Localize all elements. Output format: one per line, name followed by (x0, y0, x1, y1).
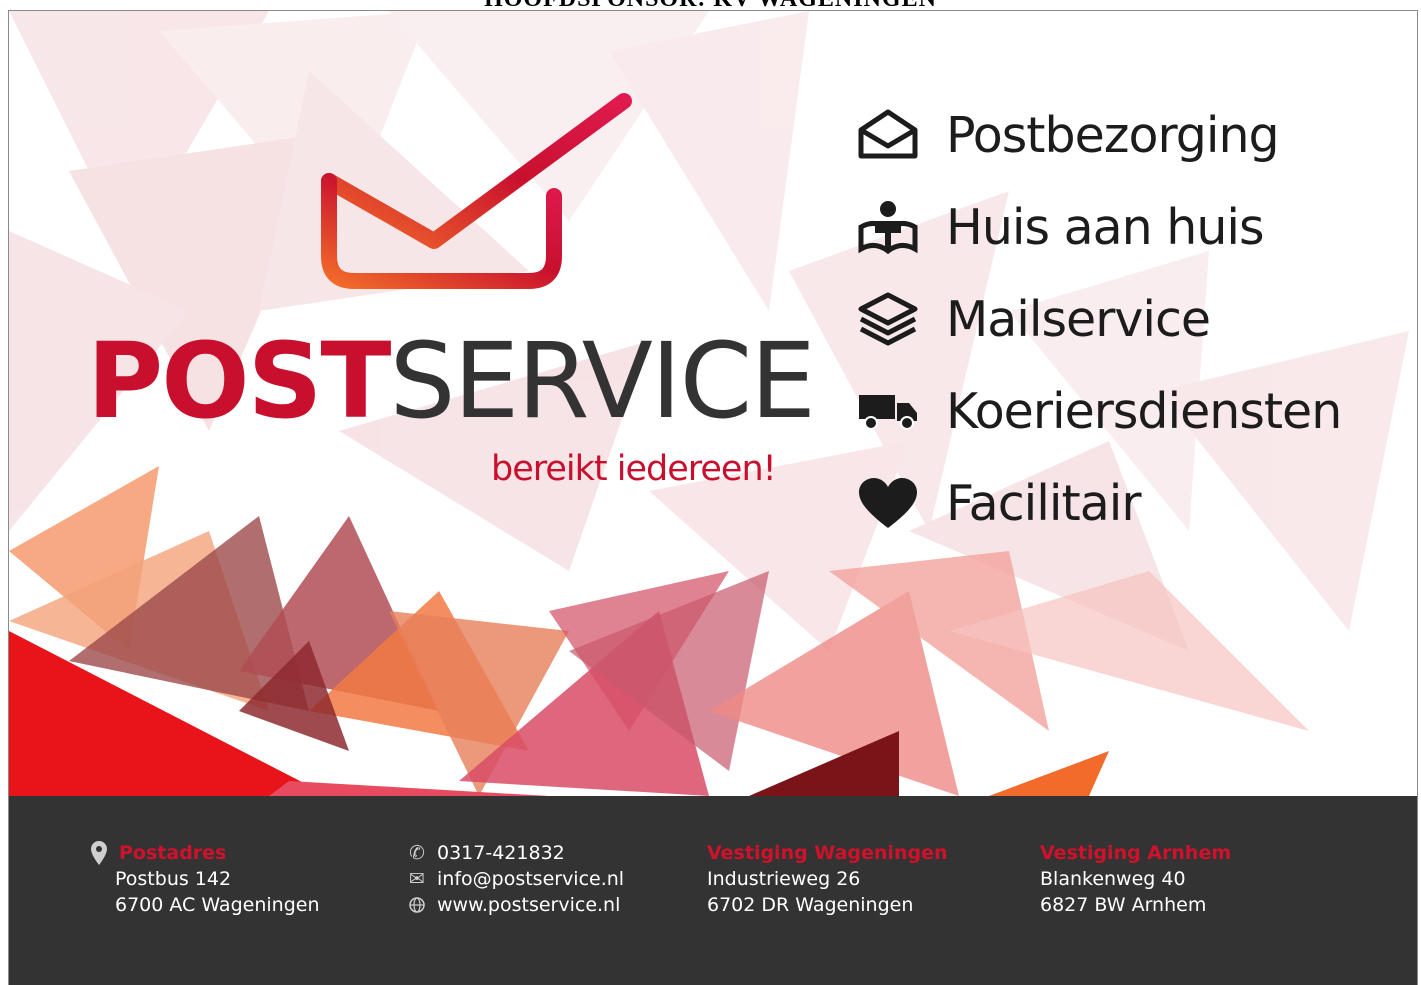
postal-line2: 6700 AC Wageningen (115, 894, 320, 916)
location-pin-icon (87, 841, 111, 865)
branch-arnhem: Vestiging Arnhem Blankenweg 40 6827 BW A… (1040, 840, 1231, 918)
email-icon: ✉ (409, 868, 425, 890)
email-address: info@postservice.nl (437, 868, 625, 890)
postal-heading: Postadres (119, 842, 227, 864)
services-list: Postbezorging Huis aan huis Mailservice … (857, 89, 1417, 549)
arnhem-line2: 6827 BW Arnhem (1040, 894, 1207, 916)
door-to-door-icon (857, 197, 921, 257)
branch-wageningen: Vestiging Wageningen Industrieweg 26 670… (707, 840, 947, 918)
service-item-mailservice: Mailservice (857, 273, 1417, 365)
arnhem-line1: Blankenweg 40 (1040, 868, 1186, 890)
service-item-huis-aan-huis: Huis aan huis (857, 181, 1417, 273)
service-label: Koeriersdiensten (946, 382, 1342, 440)
postal-line1: Postbus 142 (115, 868, 232, 890)
heart-icon (857, 473, 921, 533)
truck-icon (857, 381, 921, 441)
service-item-facilitair: Facilitair (857, 457, 1417, 549)
service-item-postbezorging: Postbezorging (857, 89, 1417, 181)
advertisement: POSTSERVICE bereikt iedereen! Postbezorg… (8, 10, 1418, 985)
contact-details: ✆ 0317-421832 ✉ info@postservice.nl www.po… (405, 840, 624, 918)
globe-icon (405, 897, 429, 913)
envelope-checkmark-logo (321, 93, 632, 289)
phone-number: 0317-421832 (437, 842, 565, 864)
service-label: Huis aan huis (946, 198, 1265, 256)
layers-icon (857, 289, 921, 349)
wageningen-heading: Vestiging Wageningen (707, 842, 948, 864)
wageningen-line1: Industrieweg 26 (707, 868, 861, 890)
brand-post: POST (87, 320, 391, 442)
footer-contact-bar: Postadres Postbus 142 6700 AC Wageningen… (9, 796, 1417, 985)
envelope-open-icon (857, 105, 921, 165)
service-item-koeriersdiensten: Koeriersdiensten (857, 365, 1417, 457)
brand-service: SERVICE (389, 320, 815, 442)
phone-icon: ✆ (409, 842, 425, 864)
website: www.postservice.nl (437, 894, 621, 916)
brand-tagline: bereikt iedereen! (491, 449, 777, 489)
service-label: Postbezorging (946, 106, 1280, 164)
arnhem-heading: Vestiging Arnhem (1040, 842, 1232, 864)
service-label: Mailservice (946, 290, 1211, 348)
wageningen-line2: 6702 DR Wageningen (707, 894, 914, 916)
brand-wordmark: POSTSERVICE (87, 329, 816, 433)
postal-address: Postadres Postbus 142 6700 AC Wageningen (87, 840, 319, 918)
service-label: Facilitair (946, 474, 1141, 532)
